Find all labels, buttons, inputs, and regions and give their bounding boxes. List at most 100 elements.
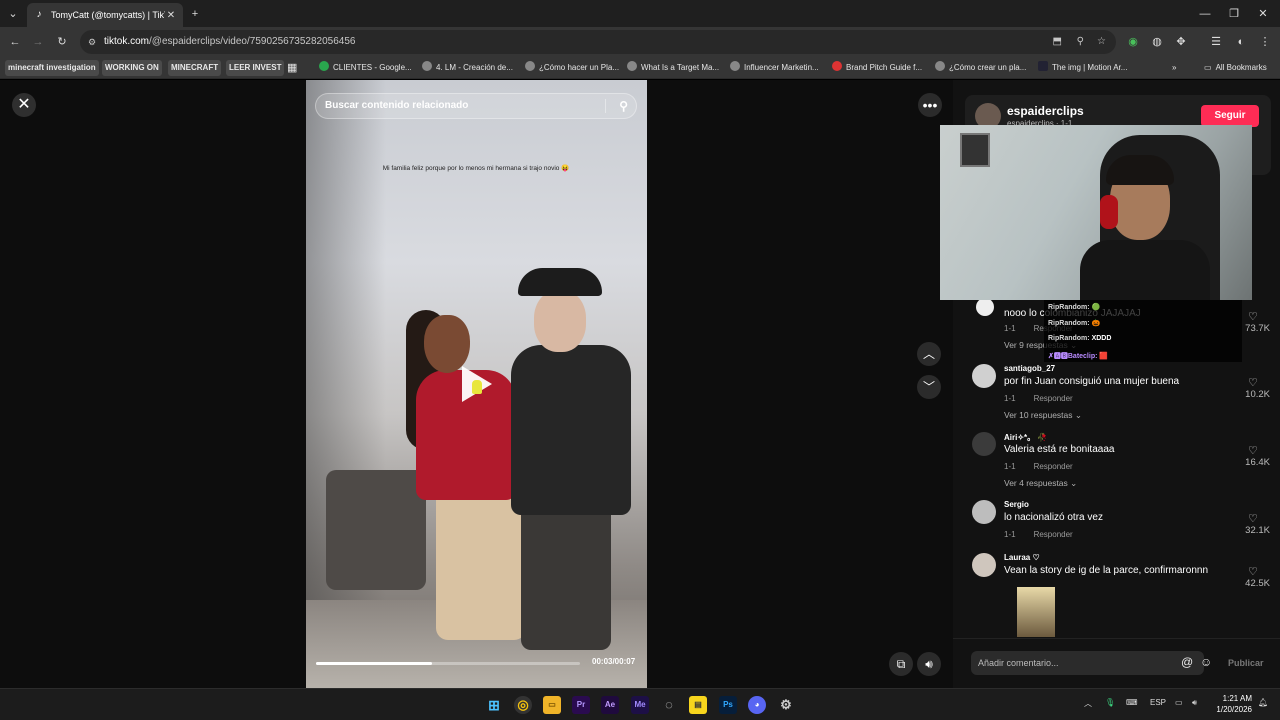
bookmark-lm[interactable]: 4. LM - Creación de... [422, 60, 513, 76]
related-search-input[interactable]: Buscar contenido relacionado ⚲ [315, 93, 637, 119]
volume-icon[interactable]: 🔊︎ [917, 652, 941, 676]
view-replies-button[interactable]: Ver 10 respuestas ⌄ [1004, 410, 1082, 421]
chat-line: RipRandom: 🎃 [1048, 319, 1100, 327]
clock-time: 1:21 AM [1222, 694, 1252, 703]
video-player[interactable]: Buscar contenido relacionado ⚲ Mi famili… [306, 80, 647, 688]
zoom-icon[interactable]: ⚲ [1077, 30, 1084, 54]
chat-line: RipRandom: 🟢 [1048, 303, 1100, 311]
webcam-shirt [1080, 240, 1210, 300]
profile-avatar-icon[interactable]: ◐ [1232, 33, 1250, 51]
tab-close-icon[interactable]: ✕ [165, 10, 177, 21]
back-icon[interactable]: ← [6, 33, 24, 51]
network-icon[interactable]: ▭ [1175, 698, 1183, 707]
windows-start-icon[interactable]: ⊞ [485, 696, 503, 714]
speaker-icon[interactable]: 🔊︎ [1192, 698, 1197, 708]
comment-username[interactable]: santiagob_27 [1004, 364, 1055, 373]
comment-date: 1-1 [1004, 462, 1016, 471]
comment-avatar[interactable] [972, 500, 996, 524]
comment-username[interactable]: Airi✧*。 🥀 [1004, 432, 1047, 443]
view-replies-button[interactable]: Ver 4 respuestas ⌄ [1004, 478, 1077, 489]
extensions-puzzle-icon[interactable]: ✥ [1172, 33, 1190, 51]
chrome-icon[interactable]: ◎ [514, 696, 532, 714]
close-video-button[interactable]: ✕ [12, 93, 36, 117]
obs-icon[interactable]: ◌ [660, 696, 678, 714]
video-progress-bar[interactable] [316, 662, 580, 665]
bookmark-como-hacer[interactable]: ¿Cómo hacer un Pla... [525, 60, 619, 76]
like-heart-icon[interactable]: ♡ [1248, 376, 1258, 389]
system-clock[interactable]: 1:21 AM 1/20/2026 [1206, 693, 1252, 715]
chat-user: ✗🅰🅱Bateclip: [1048, 353, 1098, 360]
keyboard-icon[interactable]: ⌨ [1126, 698, 1138, 707]
sticky-notes-icon[interactable]: ▤ [689, 696, 707, 714]
bookmark-minecraft-investigation[interactable]: minecraft investigation [5, 60, 99, 76]
photoshop-icon[interactable]: Ps [719, 696, 737, 714]
address-bar[interactable]: ⚙ tiktok.com/@espaiderclips/video/759025… [80, 30, 1116, 54]
comment-avatar[interactable] [976, 298, 994, 316]
apps-grid-icon[interactable]: ▦ [287, 60, 297, 76]
after-effects-icon[interactable]: Ae [601, 696, 619, 714]
browser-toolbar: ← → ↻ ⚙ tiktok.com/@espaiderclips/video/… [0, 27, 1280, 57]
publish-button[interactable]: Publicar [1228, 658, 1264, 668]
mention-icon[interactable]: @ [1181, 655, 1193, 669]
author-name[interactable]: espaiderclips [1007, 104, 1084, 118]
comment-avatar[interactable] [972, 432, 996, 456]
microphone-icon[interactable]: 🎙︎ [1105, 698, 1115, 707]
comment-avatar[interactable] [972, 553, 996, 577]
like-heart-icon[interactable]: ♡ [1248, 310, 1258, 323]
reply-button[interactable]: Responder [1034, 462, 1073, 471]
file-explorer-icon[interactable]: ▭ [543, 696, 561, 714]
next-video-icon[interactable]: ﹀ [917, 375, 941, 399]
install-icon[interactable]: ⬒ [1053, 30, 1062, 54]
like-heart-icon[interactable]: ♡ [1248, 444, 1258, 457]
bookmark-leer-invest[interactable]: LEER INVEST [226, 60, 285, 76]
eye-extension-icon[interactable]: ◍ [1148, 33, 1166, 51]
menu-icon[interactable]: ⋮ [1256, 33, 1274, 51]
minimize-icon[interactable]: — [1196, 5, 1214, 23]
webcam-hair [1106, 155, 1174, 185]
like-heart-icon[interactable]: ♡ [1248, 512, 1258, 525]
forward-icon[interactable]: → [29, 33, 47, 51]
comment-username[interactable]: Lauraa ♡ [1004, 553, 1040, 562]
discord-icon[interactable]: ◕ [748, 696, 766, 714]
comment-avatar[interactable] [972, 364, 996, 388]
premiere-icon[interactable]: Pr [572, 696, 590, 714]
bookmarks-overflow-icon[interactable]: » [1172, 60, 1176, 76]
bookmark-minecraft[interactable]: MINECRAFT [168, 60, 222, 76]
bookmark-target-market[interactable]: What Is a Target Ma... [627, 60, 719, 76]
emoji-icon[interactable]: ☺ [1200, 655, 1212, 669]
window-close-icon[interactable]: ✕ [1254, 5, 1272, 23]
follow-button[interactable]: Seguir [1201, 105, 1259, 127]
floating-player-icon[interactable]: ⧉ [889, 652, 913, 676]
search-icon[interactable]: ⚲ [619, 94, 628, 118]
bookmark-influencer[interactable]: Influencer Marketin... [730, 60, 819, 76]
like-heart-icon[interactable]: ♡ [1248, 565, 1258, 578]
more-options-icon[interactable]: ••• [918, 93, 942, 117]
comment-image-thumbnail[interactable] [1017, 587, 1055, 637]
previous-video-icon[interactable]: ︿ [917, 342, 941, 366]
bookmark-como-crear[interactable]: ¿Cómo crear un pla... [935, 60, 1026, 76]
all-bookmarks[interactable]: ▭ All Bookmarks [1204, 60, 1267, 76]
media-encoder-icon[interactable]: Me [631, 696, 649, 714]
comment-username[interactable]: Sergio [1004, 500, 1029, 509]
bookmark-motion-art[interactable]: The img | Motion Ar... [1038, 60, 1127, 76]
reload-icon[interactable]: ↻ [53, 33, 71, 51]
bookmark-working-on[interactable]: WORKING ON [102, 60, 162, 76]
bookmark-clientes[interactable]: CLIENTES - Google... [319, 60, 412, 76]
browser-tab[interactable]: ♪ TomyCatt (@tomycatts) | TikTok ✕ [27, 3, 183, 27]
bookmark-star-icon[interactable]: ☆ [1097, 30, 1106, 54]
comment-date: 1-1 [1004, 394, 1016, 403]
reply-button[interactable]: Responder [1034, 530, 1073, 539]
media-icon[interactable]: ☰ [1207, 33, 1225, 51]
language-indicator[interactable]: ESP [1150, 698, 1166, 707]
extension-icon[interactable]: ◉ [1124, 33, 1142, 51]
comment-input[interactable]: Añadir comentario... [971, 651, 1204, 675]
notification-bell-icon[interactable]: 🔔︎ [1258, 698, 1268, 707]
restore-icon[interactable]: ❐ [1225, 5, 1243, 23]
new-tab-icon[interactable]: + [186, 5, 204, 23]
reply-button[interactable]: Responder [1034, 394, 1073, 403]
settings-gear-icon[interactable]: ⚙ [777, 696, 795, 714]
tab-search-icon[interactable]: ⌄ [4, 5, 22, 23]
tray-overflow-icon[interactable]: ︿ [1084, 698, 1092, 709]
site-info-icon[interactable]: ⚙ [88, 30, 96, 54]
bookmark-brand-pitch[interactable]: Brand Pitch Guide f... [832, 60, 922, 76]
